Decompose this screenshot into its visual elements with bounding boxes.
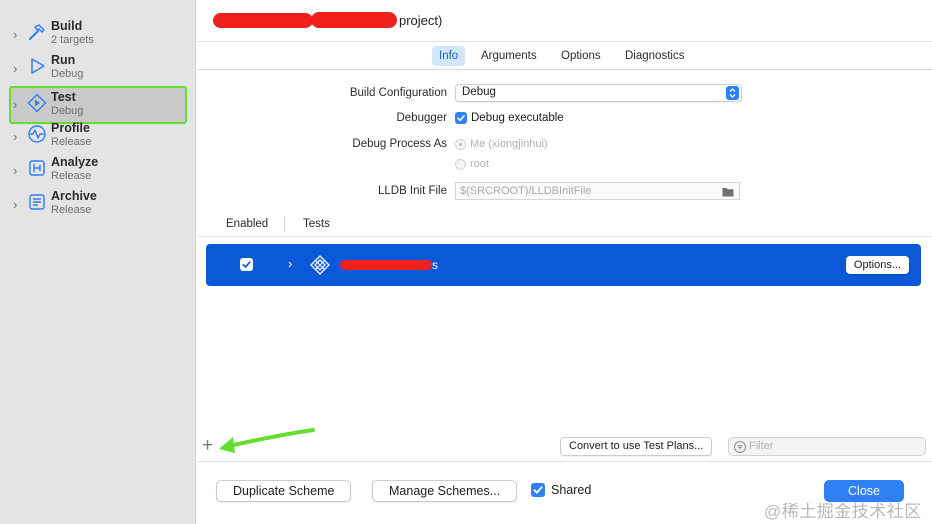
chevron-right-icon[interactable]: ›	[13, 130, 25, 143]
test-bundle-icon	[310, 255, 330, 275]
radio-root[interactable]	[455, 159, 466, 170]
play-icon	[27, 56, 47, 76]
updown-chevron-icon	[726, 86, 739, 100]
sidebar-item-sublabel: 2 targets	[51, 34, 94, 46]
chevron-right-icon[interactable]: ›	[13, 198, 25, 211]
filter-icon	[733, 440, 747, 454]
radio-me[interactable]	[455, 139, 466, 150]
sidebar-item-sublabel: Debug	[51, 105, 84, 117]
test-diamond-icon	[27, 93, 47, 113]
scheme-action-sidebar: › Build 2 targets › Run Debug › Test Deb…	[0, 0, 196, 524]
sidebar-item-test[interactable]: › Test Debug	[9, 86, 187, 124]
tab-info[interactable]: Info	[432, 46, 466, 66]
convert-to-test-plans-button[interactable]: Convert to use Test Plans...	[560, 437, 713, 456]
chevron-right-icon[interactable]: ›	[13, 62, 25, 75]
folder-icon[interactable]	[722, 186, 734, 197]
column-header-enabled[interactable]: Enabled	[226, 218, 268, 230]
sidebar-item-sublabel: Release	[51, 170, 92, 182]
sidebar-item-label: Test	[51, 90, 76, 104]
tab-diagnostics[interactable]: Diagnostics	[618, 46, 691, 66]
debugger-label: Debugger	[396, 112, 447, 124]
tab-options[interactable]: Options	[554, 46, 608, 66]
lldb-init-file-label: LLDB Init File	[377, 185, 447, 197]
analyze-icon	[27, 158, 47, 178]
test-enabled-checkbox[interactable]	[240, 258, 253, 271]
disclosure-chevron-icon[interactable]: ›	[288, 256, 292, 271]
debug-process-as-label: Debug Process As	[352, 138, 447, 150]
debug-executable-checkbox[interactable]	[455, 112, 467, 124]
add-test-button[interactable]: +	[202, 436, 218, 456]
sidebar-item-label: Analyze	[51, 155, 99, 169]
duplicate-scheme-button[interactable]: Duplicate Scheme	[216, 480, 352, 502]
lldb-init-file-placeholder: $(SRCROOT)/LLDBInitFile	[460, 185, 592, 197]
scheme-title: project)	[399, 13, 443, 28]
sidebar-item-label: Run	[51, 53, 76, 67]
build-configuration-label: Build Configuration	[349, 87, 447, 99]
sidebar-item-label: Profile	[51, 121, 90, 135]
redaction-mark	[340, 260, 432, 270]
debug-executable-label: Debug executable	[471, 112, 564, 124]
table-header-divider	[197, 236, 932, 237]
footer-divider	[197, 461, 932, 462]
chevron-right-icon[interactable]: ›	[13, 98, 25, 111]
shared-checkbox[interactable]	[531, 483, 545, 497]
filter-input[interactable]: Filter	[728, 437, 926, 456]
sidebar-item-label: Build	[51, 19, 83, 33]
test-target-name: s	[432, 258, 438, 272]
sidebar-item-build[interactable]: › Build 2 targets	[10, 19, 186, 53]
green-arrow-annotation	[219, 428, 315, 453]
manage-schemes-button[interactable]: Manage Schemes...	[372, 480, 518, 502]
archive-icon	[27, 192, 47, 212]
filter-placeholder: Filter	[749, 440, 774, 452]
options-button[interactable]: Options...	[845, 256, 909, 274]
column-header-tests[interactable]: Tests	[303, 218, 330, 230]
sidebar-item-sublabel: Debug	[51, 68, 84, 80]
chevron-right-icon[interactable]: ›	[13, 28, 25, 41]
redaction-mark	[213, 13, 313, 28]
scheme-title-bar: project)	[197, 0, 932, 42]
build-configuration-value: Debug	[462, 86, 496, 98]
sidebar-item-run[interactable]: › Run Debug	[10, 53, 186, 87]
redaction-mark	[311, 12, 397, 28]
lldb-init-file-field[interactable]: $(SRCROOT)/LLDBInitFile	[455, 182, 740, 200]
chevron-right-icon[interactable]: ›	[13, 164, 25, 177]
sidebar-item-profile[interactable]: › Profile Release	[10, 121, 186, 155]
watermark: @稀土掘金技术社区	[764, 502, 922, 521]
column-divider	[284, 216, 285, 232]
sidebar-item-label: Archive	[51, 189, 97, 203]
table-row[interactable]: › s Options...	[206, 244, 921, 286]
shared-label: Shared	[551, 483, 592, 497]
scheme-editor-pane: project) Info Arguments Options Diagnost…	[197, 0, 932, 524]
sidebar-item-sublabel: Release	[51, 136, 92, 148]
profile-wave-icon	[27, 124, 47, 144]
tab-arguments[interactable]: Arguments	[474, 46, 544, 66]
build-configuration-select[interactable]: Debug	[455, 84, 742, 102]
radio-me-label: Me (xiongjinhui)	[470, 138, 548, 150]
tab-bar: Info Arguments Options Diagnostics	[197, 42, 932, 70]
sidebar-item-analyze[interactable]: › Analyze Release	[10, 155, 186, 189]
radio-root-label: root	[470, 158, 489, 170]
hammer-icon	[27, 22, 47, 42]
sidebar-item-sublabel: Release	[51, 204, 92, 216]
sidebar-item-archive[interactable]: › Archive Release	[10, 189, 186, 223]
